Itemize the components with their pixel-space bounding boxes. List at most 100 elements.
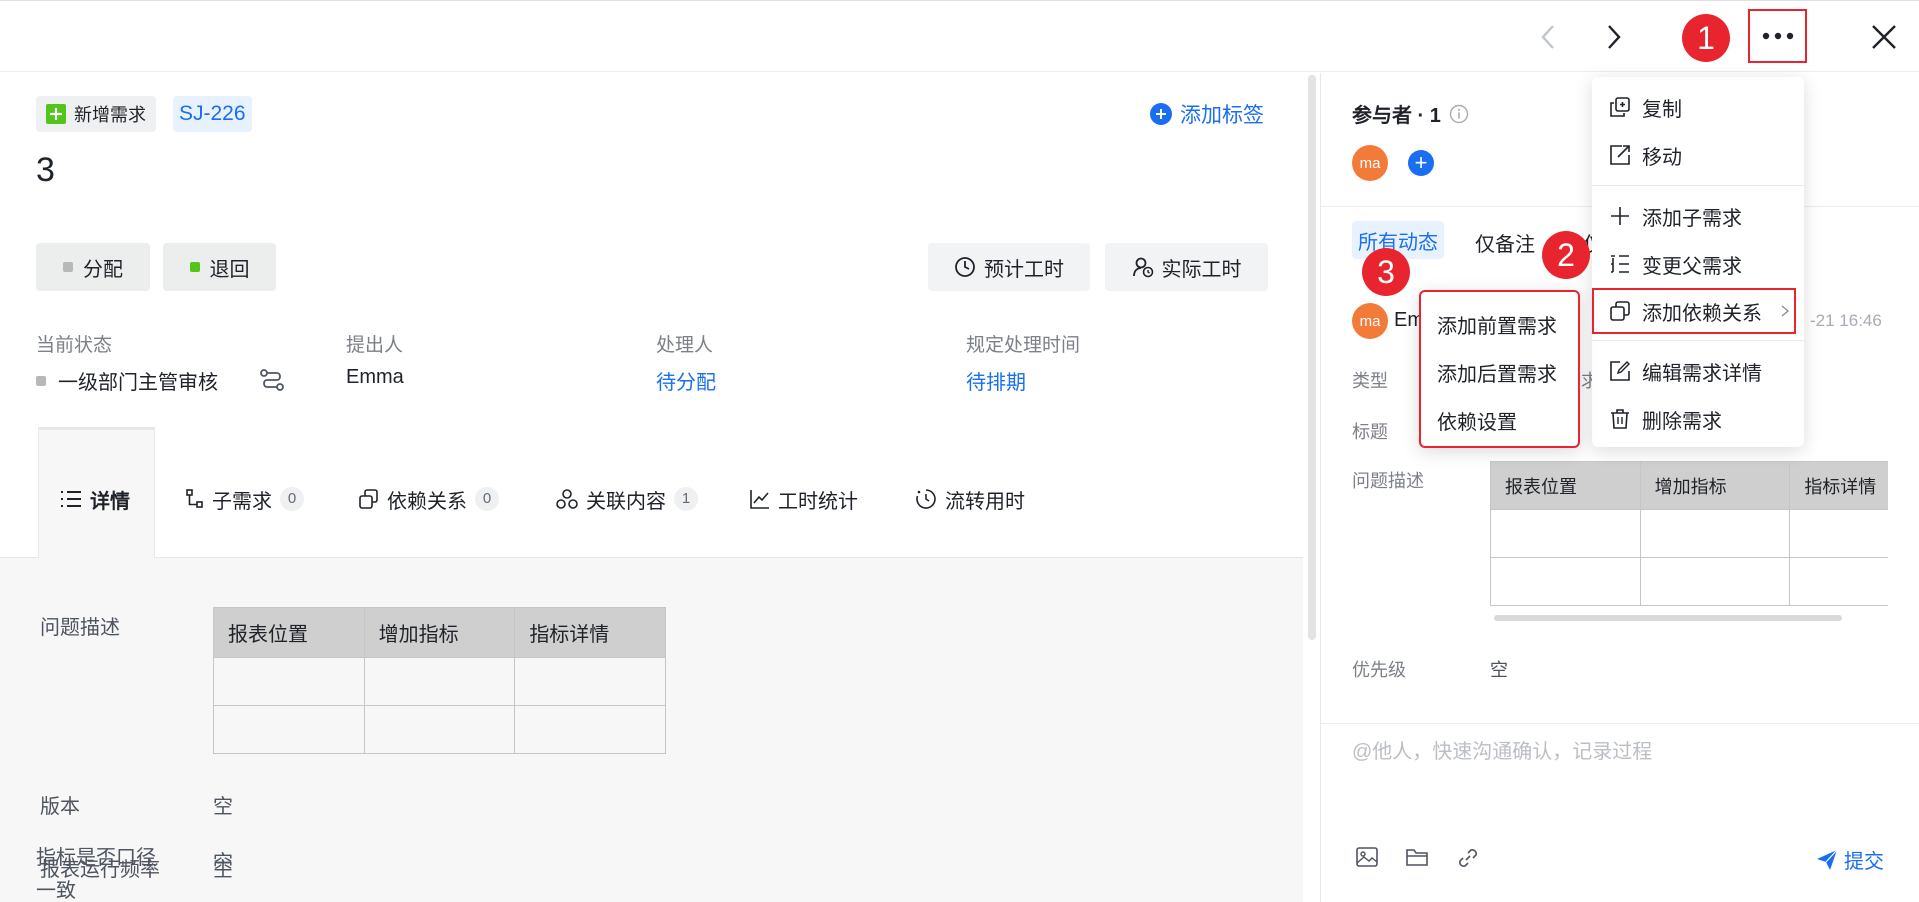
sub-tree-icon [186,489,203,508]
more-icon [1762,32,1793,40]
tab-work-hours-stats[interactable]: 工时统计 [750,470,858,528]
tab-work-hours-stats-label: 工时统计 [778,490,858,513]
add-tag-button[interactable]: 添加标签 [1150,99,1264,129]
menu-item-add-child[interactable]: 添加子需求 [1592,192,1804,240]
next-icon[interactable] [1596,19,1632,55]
type-tag: 新增需求 [36,96,156,132]
activity-type-label: 类型 [1352,371,1388,391]
creator-label: 提出人 [346,335,404,356]
list-icon [61,491,81,507]
assign-label: 分配 [83,258,123,281]
tab-related-content[interactable]: 关联内容 1 [556,470,698,528]
reject-button[interactable]: 退回 [163,243,276,291]
desc-table-cell[interactable] [514,705,666,754]
line-chart-icon [750,490,769,509]
status-text: 一级部门主管审核 [58,372,218,394]
handler-label: 处理人 [656,335,714,356]
clock-icon [955,257,975,277]
menu-item-delete-label: 删除需求 [1642,410,1722,433]
handler-value[interactable]: 待分配 [656,366,716,395]
activity-tab-notes[interactable]: 仅备注 [1475,228,1535,257]
plus-circle-icon [1150,103,1172,125]
move-icon [1610,145,1630,165]
activity-table-cell [1639,509,1791,558]
requirement-detail-pane: 新增需求 SJ-226 添加标签 3 分配 退回 预计工时 实际工时 当前状态 … [0,73,1320,902]
menu-item-add-dependency-label: 添加依赖关系 [1642,302,1762,325]
consistency-label-line2: 一致 [36,880,76,902]
activity-table-cell [1789,557,1888,606]
link-icon[interactable] [1457,847,1479,869]
desc-table-cell[interactable] [363,657,516,706]
desc-table-header: 增加指标 [363,607,516,658]
menu-item-delete[interactable]: 删除需求 [1592,395,1804,443]
add-square-icon [46,104,66,124]
actual-hours-label: 实际工时 [1161,258,1242,281]
more-actions-menu: 复制 移动 添加子需求 变更父需求 添加依赖关系 编辑需求详情 删除需求 [1592,77,1804,447]
tab-related-content-label: 关联内容 [586,490,666,513]
image-icon[interactable] [1356,847,1378,867]
more-actions-button[interactable] [1748,9,1807,63]
activity-table-cell [1490,557,1641,606]
submenu-add-successor[interactable]: 添加后置需求 [1421,348,1578,396]
close-icon[interactable] [1864,17,1904,57]
left-scrollbar[interactable] [1308,75,1316,640]
menu-item-edit-label: 编辑需求详情 [1642,362,1762,385]
step-marker-1: 1 [1682,14,1730,62]
tab-transition-time[interactable]: 流转用时 [915,470,1025,528]
copy-icon [359,489,378,509]
table-scrollbar[interactable] [1494,615,1842,621]
participants-header: 参与者 · 1 [1352,99,1469,128]
participants-label: 参与者 · 1 [1352,105,1441,127]
tab-details-label: 详情 [90,490,130,513]
dependency-icon [1610,301,1630,321]
consistency-value[interactable]: 空 [213,846,233,875]
send-icon [1817,849,1838,870]
menu-item-edit[interactable]: 编辑需求详情 [1592,347,1804,395]
previous-icon[interactable] [1530,19,1566,55]
workflow-icon[interactable] [259,368,285,392]
desc-table-cell[interactable] [363,705,516,754]
submit-label: 提交 [1844,851,1884,873]
priority-value: 空 [1490,660,1508,680]
deadline-label: 规定处理时间 [966,335,1081,356]
estimated-hours-button[interactable]: 预计工时 [928,243,1090,291]
activity-avatar: ma [1352,303,1388,339]
requirement-id[interactable]: SJ-226 [173,96,252,132]
status-value: 一级部门主管审核 [36,366,218,395]
plus-icon [1611,207,1629,225]
menu-item-change-parent[interactable]: 变更父需求 [1592,240,1804,288]
tab-sub-requirements-label: 子需求 [212,490,272,513]
tab-sub-requirements[interactable]: 子需求 0 [186,470,304,528]
menu-item-change-parent-label: 变更父需求 [1642,255,1742,278]
activity-table-header: 指标详情 [1789,461,1888,510]
tab-transition-time-label: 流转用时 [945,490,1025,513]
tab-dependencies[interactable]: 依赖关系 0 [359,470,499,528]
desc-table-cell[interactable] [213,705,365,754]
tab-details[interactable]: 详情 [60,470,130,528]
version-value[interactable]: 空 [213,790,233,819]
participant-avatar[interactable]: ma [1352,145,1388,181]
add-tag-label: 添加标签 [1180,104,1264,127]
menu-item-copy[interactable]: 复制 [1592,83,1804,131]
submenu-dependency-settings[interactable]: 依赖设置 [1421,396,1578,444]
assign-button[interactable]: 分配 [36,243,150,291]
add-participant-icon[interactable]: + [1408,150,1434,176]
requirement-title[interactable]: 3 [36,151,55,190]
details-content: 问题描述 报表位置 增加指标 指标详情 版本 空 报表运行频率 空 [0,558,1303,902]
menu-item-move[interactable]: 移动 [1592,131,1804,179]
activity-table-cell [1639,557,1791,606]
menu-item-add-dependency[interactable]: 添加依赖关系 [1592,288,1796,334]
priority-label: 优先级 [1352,660,1406,680]
deadline-value[interactable]: 待排期 [966,366,1026,395]
tab-sub-requirements-count: 0 [280,487,304,511]
submenu-add-predecessor[interactable]: 添加前置需求 [1421,300,1578,348]
comment-input[interactable]: @他人，快速沟通确认，记录过程 [1352,735,1892,764]
desc-table-cell[interactable] [213,657,365,706]
folder-icon[interactable] [1406,847,1428,867]
top-bar: 1 [0,0,1919,72]
status-dot [36,375,46,386]
actual-hours-button[interactable]: 实际工时 [1105,243,1268,291]
timer-icon [916,489,936,509]
submit-button[interactable]: 提交 [1816,845,1884,874]
desc-table-cell[interactable] [514,657,666,706]
